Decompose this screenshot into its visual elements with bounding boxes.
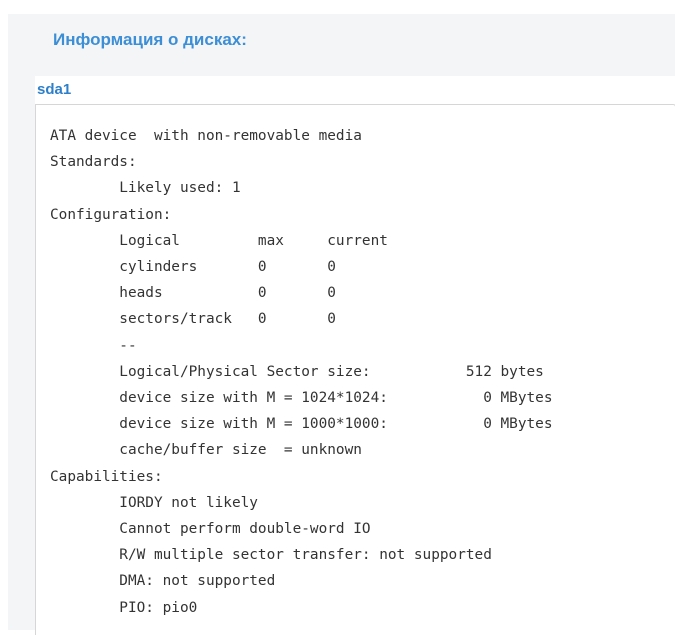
info-line: device size with M = 1024*1024: 0 MBytes <box>50 390 553 407</box>
info-line: Cannot perform double-word IO <box>50 521 371 538</box>
section-title: Информация о дисках: <box>53 30 247 49</box>
disk-info-panel: Информация о дисках: sda1 ATA device wit… <box>8 14 675 635</box>
info-line: Capabilities: <box>50 468 163 485</box>
info-line: cylinders 0 0 <box>50 259 336 276</box>
info-line: Configuration: <box>50 206 172 223</box>
info-line: -- <box>50 337 137 354</box>
info-line: cache/buffer size = unknown <box>50 442 362 459</box>
info-line: Likely used: 1 <box>50 180 241 197</box>
info-line: Logical max current <box>50 232 388 249</box>
info-line: sectors/track 0 0 <box>50 311 336 328</box>
info-line: heads 0 0 <box>50 285 336 302</box>
info-line: IORDY not likely <box>50 494 258 511</box>
disk-header: sda1 <box>35 76 675 104</box>
disk-name: sda1 <box>37 81 72 98</box>
info-line: R/W multiple sector transfer: not suppor… <box>50 547 492 564</box>
info-line: PIO: pio0 <box>50 599 198 616</box>
info-line: DMA: not supported <box>50 573 276 590</box>
info-line: device size with M = 1000*1000: 0 MBytes <box>50 416 553 433</box>
disk-details-box: ATA device with non-removable media Stan… <box>35 104 675 635</box>
info-line: Standards: <box>50 154 137 171</box>
info-line: ATA device with non-removable media <box>50 128 362 144</box>
disk-info-text: ATA device with non-removable media Stan… <box>50 123 553 621</box>
info-line: Logical/Physical Sector size: 512 bytes <box>50 363 544 380</box>
